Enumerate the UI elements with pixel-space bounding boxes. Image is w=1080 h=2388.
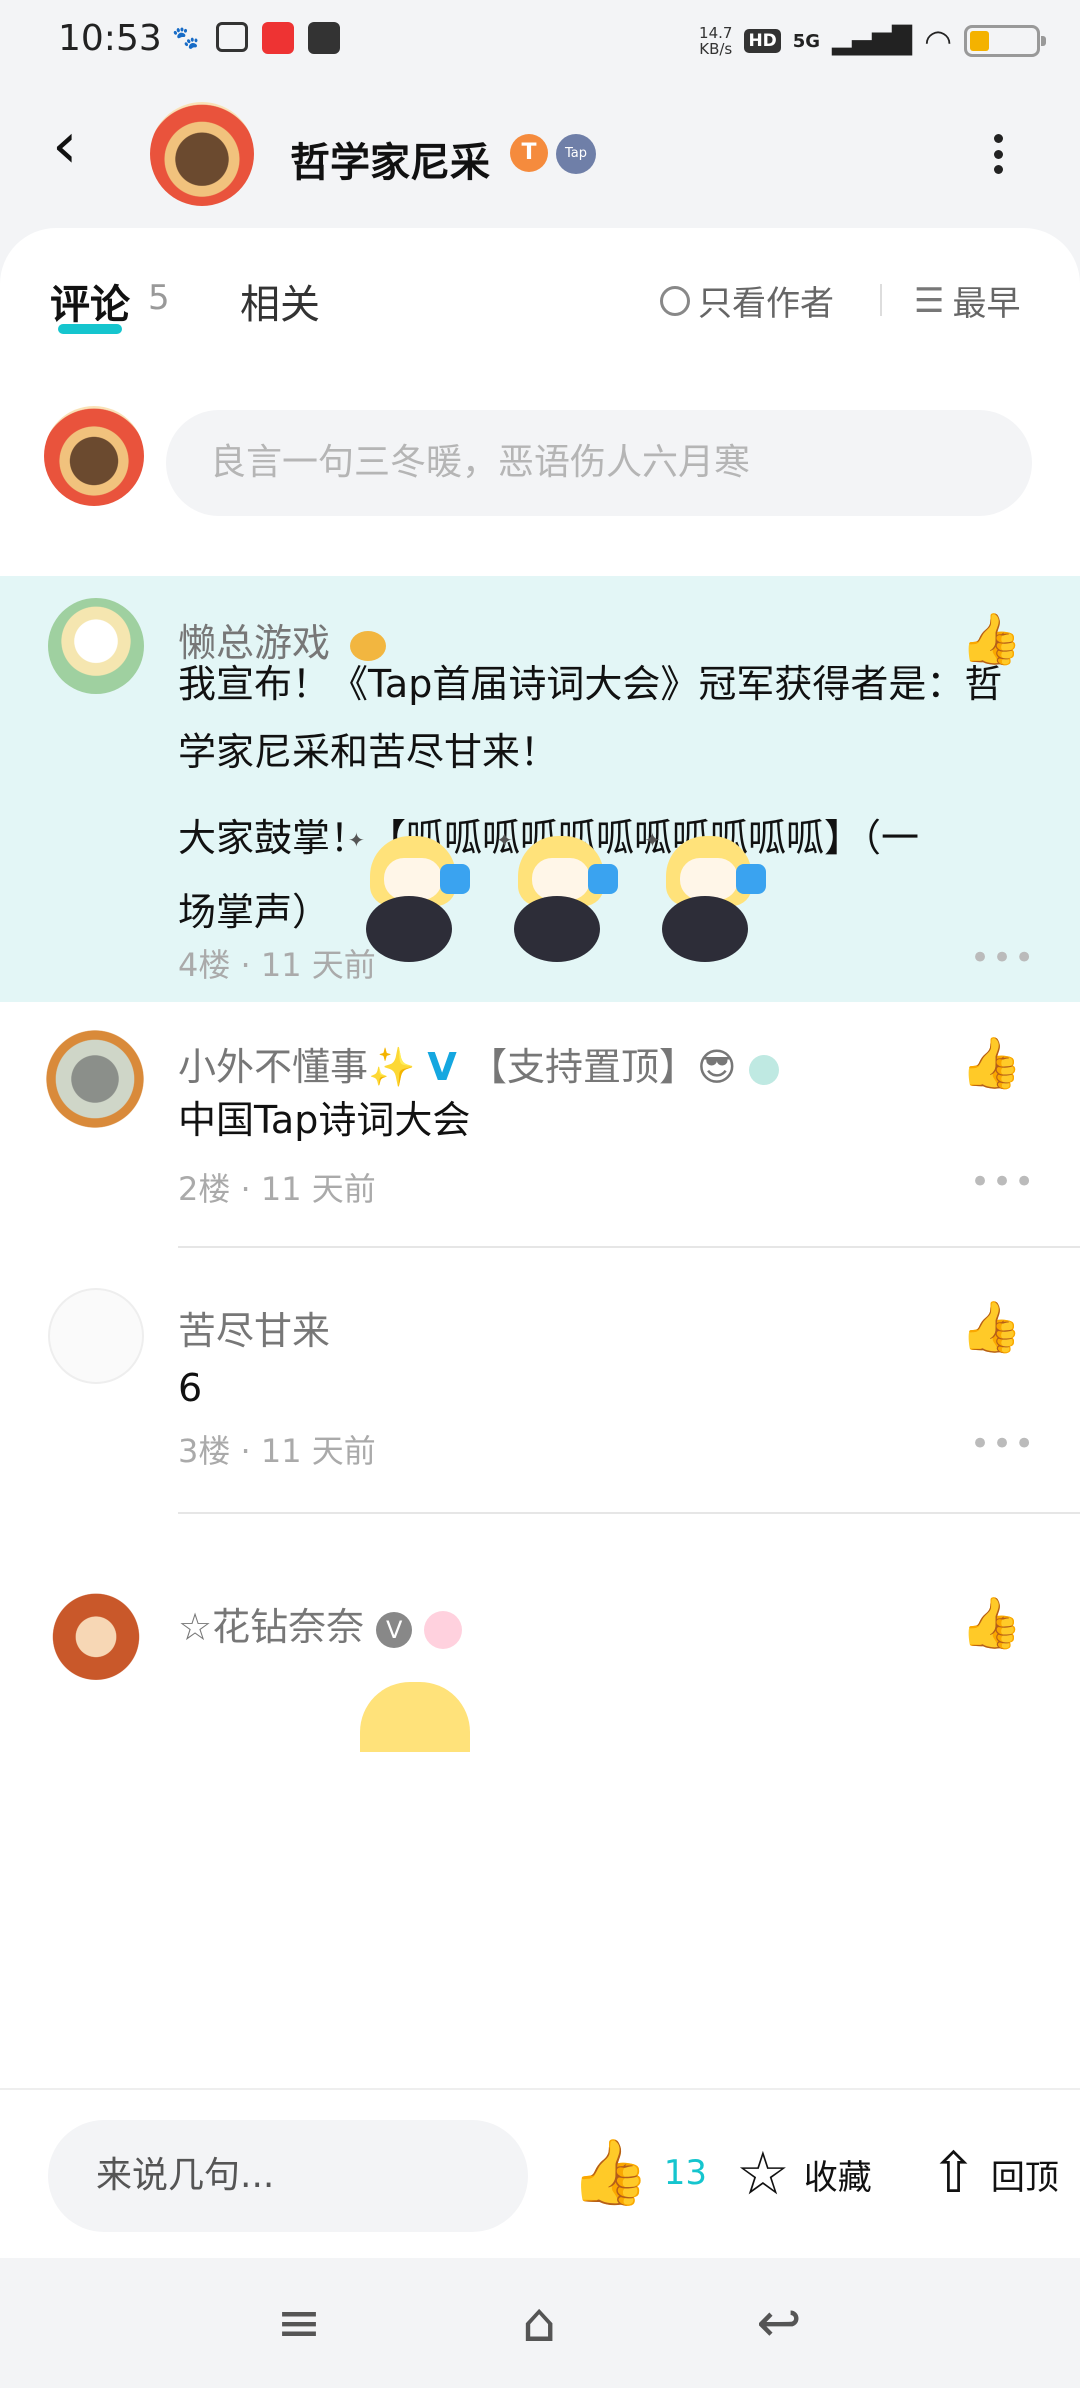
comment-text: 中国Tap诗词大会 — [178, 1098, 471, 1142]
sort-icon: ☰ — [914, 280, 945, 321]
meta-dot: · — [240, 946, 261, 984]
system-nav-bar: ≡ ⌂ ↩ — [0, 2258, 1080, 2388]
comment-more-button[interactable]: ••• — [970, 938, 1036, 978]
timestamp: 11 天前 — [260, 946, 376, 984]
floor-number: 2楼 — [178, 1170, 231, 1208]
floor-number: 4楼 — [178, 946, 231, 984]
timestamp: 11 天前 — [260, 1170, 376, 1208]
star-icon: ☆ — [736, 2139, 790, 2209]
notification-icons: 🐾 — [170, 22, 340, 54]
user-badge-icon — [748, 1054, 779, 1085]
net-speed-value: 14.7 — [699, 24, 733, 42]
upload-arrow-icon: ⇧ — [930, 2141, 977, 2206]
wifi-icon: ◠ — [924, 22, 952, 60]
timestamp: 11 天前 — [260, 1432, 376, 1470]
favorite-button[interactable]: ☆ 收藏 — [736, 2142, 872, 2206]
comment-input[interactable]: 良言一句三冬暖，恶语伤人六月寒 — [166, 410, 1032, 516]
tab-comments[interactable]: 评论 — [50, 272, 130, 330]
top-header: ‹ 哲学家尼采 T Tap — [0, 84, 1080, 224]
tab-active-indicator — [58, 324, 122, 334]
username[interactable]: 小外不懂事✨ V 【支持置顶】😎 — [178, 1036, 779, 1091]
my-avatar — [44, 406, 144, 506]
back-nav-icon[interactable]: ↩ — [744, 2288, 814, 2358]
user-avatar[interactable] — [48, 598, 144, 694]
sticker-image: ✦ — [644, 828, 774, 963]
net-speed-unit: KB/s — [699, 40, 733, 58]
comment-item[interactable]: 懒总游戏 👍 我宣布！《Tap首届诗词大会》冠军获得者是：哲学家尼采和苦尽甘来！… — [0, 576, 1080, 1002]
signal-label: 5G — [792, 30, 821, 52]
username[interactable]: 苦尽甘来 — [178, 1300, 330, 1355]
tap-badge-icon: Tap — [556, 134, 596, 174]
radio-circle-icon — [660, 285, 690, 316]
sort-button[interactable]: ☰ 最早 — [914, 276, 1020, 325]
menu-icon[interactable]: ≡ — [264, 2288, 334, 2358]
bilibili-icon — [216, 22, 248, 52]
comment-item[interactable]: 苦尽甘来 👍 6 3楼 · 11 天前 ••• — [0, 1248, 1080, 1578]
divider — [178, 1512, 1080, 1514]
like-button[interactable]: 👍 13 — [570, 2138, 707, 2208]
tab-bar: 评论 5 相关 只看作者 ☰ 最早 — [0, 228, 1080, 368]
thumbs-up-icon: 👍 — [570, 2136, 650, 2210]
back-to-top-button[interactable]: ⇧ 回顶 — [930, 2142, 1059, 2206]
status-time: 10:53 — [58, 18, 162, 59]
net-speed: 14.7 KB/s — [699, 25, 732, 57]
page-title[interactable]: 哲学家尼采 — [290, 130, 490, 188]
user-avatar[interactable] — [48, 1288, 144, 1384]
level-badge-icon: T — [510, 134, 548, 172]
comments-panel: 评论 5 相关 只看作者 ☰ 最早 良言一句三冬暖，恶语伤人六月寒 懒总游戏 👍… — [0, 228, 1080, 2088]
username-text: ☆花钻奈奈 — [178, 1605, 365, 1649]
meta-dot: · — [240, 1432, 261, 1470]
divider — [880, 284, 882, 316]
comment-line-1: 我宣布！《Tap首届诗词大会》冠军获得者是：哲学家尼采和苦尽甘来！ — [178, 662, 1003, 774]
comment-meta: 4楼 · 11 天前 — [178, 940, 376, 986]
like-count: 13 — [663, 2153, 707, 2193]
user-avatar[interactable] — [48, 1584, 144, 1680]
floor-number: 3楼 — [178, 1432, 231, 1470]
tab-related[interactable]: 相关 — [240, 272, 320, 330]
comment-meta: 3楼 · 11 天前 — [178, 1426, 376, 1472]
like-icon[interactable]: 👍 — [960, 1298, 1022, 1356]
user-badge-icon — [424, 1610, 463, 1649]
meta-dot: · — [240, 1170, 261, 1208]
bottom-action-bar: 来说几句... 👍 13 ☆ 收藏 ⇧ 回顶 — [0, 2088, 1080, 2260]
more-options-button[interactable] — [990, 134, 1006, 174]
author-avatar[interactable] — [150, 102, 254, 206]
favorite-label: 收藏 — [803, 2157, 872, 2198]
comment-text: 6 — [178, 1366, 203, 1410]
baidu-icon: 🐾 — [172, 25, 200, 51]
status-right: 14.7 KB/s HD 5G ▂▄▆█ ◠ — [699, 22, 1046, 60]
username-suffix: 【支持置顶】😎 — [468, 1045, 737, 1089]
status-bar: 10:53 🐾 14.7 KB/s HD 5G ▂▄▆█ ◠ — [0, 0, 1080, 84]
author-only-toggle[interactable]: 只看作者 — [660, 276, 834, 325]
author-only-label: 只看作者 — [698, 284, 834, 324]
comment-more-button[interactable]: ••• — [970, 1162, 1036, 1202]
sticker-image: ✦ — [496, 828, 626, 963]
comment-more-button[interactable]: ••• — [970, 1424, 1036, 1464]
comment-line-3: 场掌声） — [178, 890, 331, 934]
back-to-top-label: 回顶 — [990, 2157, 1059, 2198]
like-icon[interactable]: 👍 — [960, 1034, 1022, 1092]
hd-badge: HD — [744, 29, 781, 53]
news-app-icon — [262, 22, 294, 54]
username-text: 小外不懂事✨ — [178, 1045, 416, 1089]
like-icon[interactable]: 👍 — [960, 1594, 1022, 1652]
comment-meta: 2楼 · 11 天前 — [178, 1164, 376, 1210]
compose-row: 良言一句三冬暖，恶语伤人六月寒 — [0, 368, 1080, 518]
user-avatar[interactable] — [40, 1024, 150, 1134]
comments-count: 5 — [148, 278, 170, 318]
back-button[interactable]: ‹ — [52, 114, 112, 178]
comment-item[interactable]: ☆花钻奈奈 V 👍 — [0, 1548, 1080, 1752]
username[interactable]: ☆花钻奈奈 V — [178, 1596, 463, 1651]
signal-icon: ▂▄▆█ — [832, 26, 913, 56]
sticker-image — [360, 1682, 470, 1752]
battery-icon — [964, 25, 1046, 57]
verified-icon: V — [427, 1045, 457, 1089]
verified-v-icon: V — [376, 1611, 413, 1648]
reply-input[interactable]: 来说几句... — [48, 2120, 528, 2232]
home-icon[interactable]: ⌂ — [504, 2288, 574, 2358]
sort-label: 最早 — [952, 284, 1021, 324]
mail-app-icon — [308, 22, 340, 54]
